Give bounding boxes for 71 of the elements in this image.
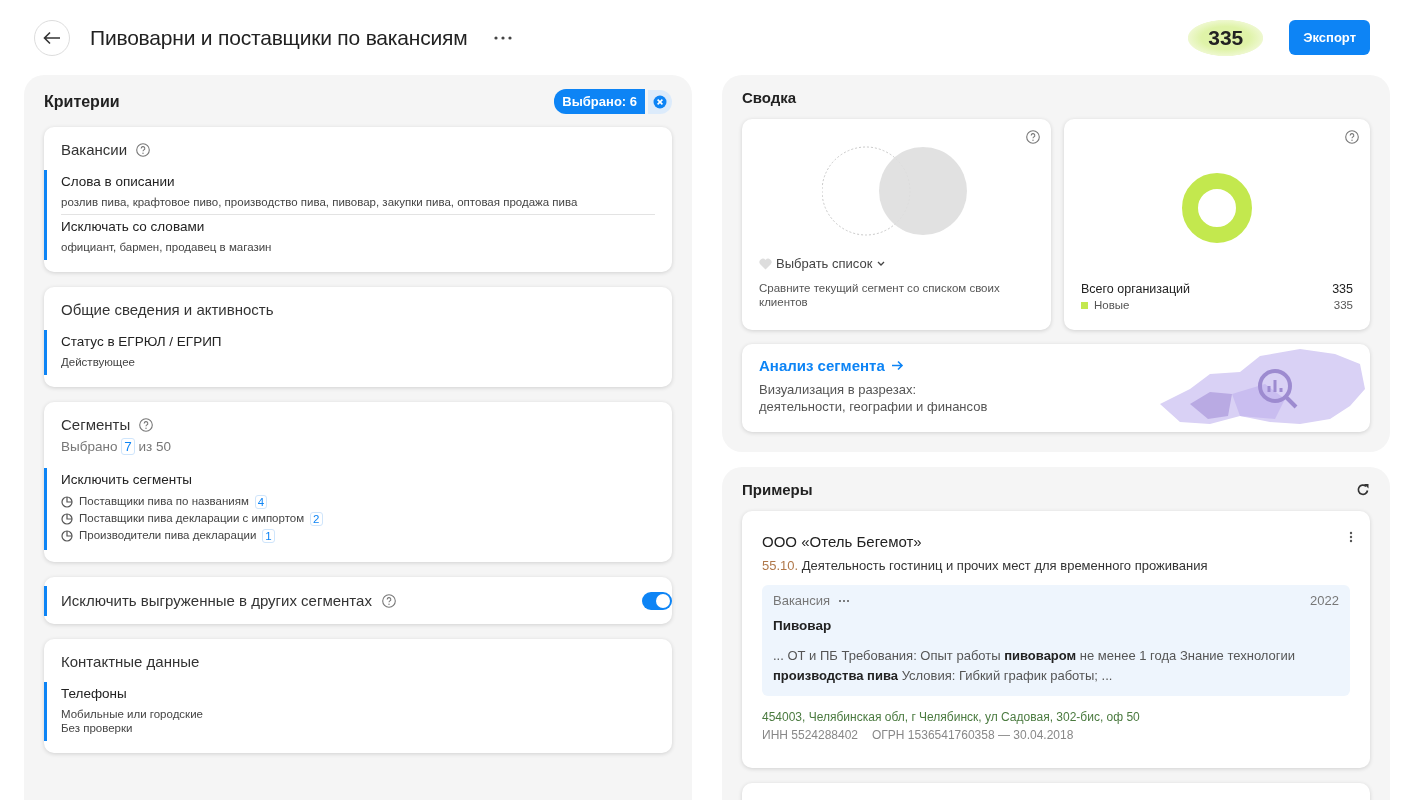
count-badge: 2 (310, 511, 323, 526)
heart-icon (759, 257, 772, 270)
section-title: Сегменты (61, 416, 131, 433)
help-icon[interactable] (1026, 130, 1040, 144)
help-icon[interactable] (136, 142, 151, 157)
criterion-label: Слова в описании (61, 174, 176, 189)
section-title: Исключить выгруженные в других сегментах (61, 592, 372, 609)
pie-chart-icon (61, 529, 73, 542)
activity-name: Деятельность гостиниц и прочих мест для временного проживания (801, 558, 1208, 573)
help-icon[interactable] (1345, 130, 1359, 144)
panel-title: Примеры (742, 481, 814, 498)
section-title: Вакансии (61, 141, 128, 158)
inn-number: ИНН 5524288402 (762, 728, 859, 742)
help-icon[interactable] (381, 593, 396, 608)
analysis-link[interactable]: Анализ сегмента (759, 357, 904, 374)
chevron-down-icon (876, 260, 887, 267)
criterion-label: Исключать со словами (61, 219, 206, 234)
section-title: Общие сведения и активность (61, 301, 274, 318)
totals-value: 335 (1332, 282, 1353, 296)
criterion-label: Исключить сегменты (61, 472, 194, 487)
vacancy-title: Пивовар (773, 618, 833, 633)
selected-label: Выбрано (61, 439, 118, 454)
criterion-label: Телефоны (61, 686, 128, 701)
page-title: Пивоварни и поставщики по вакансиям (90, 25, 468, 50)
result-count: 335 (1188, 19, 1264, 56)
criterion-value: розлив пива, крафтовое пиво, производство пива, пивовар, закупки пива, оптовая продажа пива (61, 195, 579, 209)
kebab-menu-icon[interactable] (1349, 531, 1353, 543)
vacancy-snippet: ... ОТ и ПБ Требования: Опыт работы пивоваром не менее 1 года Знание технологии производства пива Условия: Гибкий график работы; ... (773, 647, 1297, 685)
legend-label: Новые (1094, 299, 1130, 311)
back-arrow-icon (43, 30, 61, 45)
panel-title: Сводка (742, 89, 798, 106)
export-button[interactable]: Экспорт (1289, 20, 1370, 55)
description-text: деятельности, географии и финансов (759, 398, 989, 415)
company-name[interactable]: ООО «Отель Бегемот» (762, 533, 1350, 550)
criterion-value: официант, бармен, продавец в магазин (61, 240, 273, 254)
description-text: Визуализация в разрезах: (759, 381, 917, 398)
segment-name[interactable]: Производители пива декларации (79, 527, 257, 544)
donut-drawing (1181, 172, 1253, 244)
pie-chart-icon (61, 495, 73, 508)
hint-text: Сравните текущий сегмент со списком своих клиентов (759, 281, 1001, 309)
selected-count-badge: Выбрано: 6 (554, 89, 645, 114)
criterion-value: Мобильные или городские (61, 707, 204, 721)
criterion-label: Статус в ЕГРЮЛ / ЕГРИП (61, 334, 223, 349)
criterion-value: Действующее (61, 355, 136, 369)
segment-name[interactable]: Поставщики пива по названиям (79, 493, 249, 510)
panel-title: Критерии (44, 92, 121, 111)
clear-button[interactable] (648, 89, 672, 114)
pie-chart-icon (61, 512, 73, 525)
analysis-card[interactable]: Анализ сегмента Визуализация в разрезах: деятельности, географии и финансов (742, 344, 1370, 432)
count-badge: 4 (254, 494, 268, 509)
vacancy-year: 2022 (1310, 593, 1339, 608)
arrow-right-icon (890, 360, 904, 371)
activity-code: 55.10. (762, 558, 799, 573)
criterion-value: Без проверки (61, 721, 134, 735)
help-icon[interactable] (139, 417, 154, 432)
count-badge: 1 (262, 528, 275, 543)
totals-label: Всего организаций (1081, 282, 1191, 296)
select-list-dropdown[interactable]: Выбрать список (759, 256, 887, 271)
toggle-switch[interactable] (642, 591, 672, 610)
count-badge: 7 (121, 438, 135, 455)
back-button[interactable] (34, 19, 70, 56)
section-title: Контактные данные (61, 653, 200, 670)
legend-value: 335 (1333, 299, 1353, 311)
more-icon[interactable] (493, 34, 514, 41)
ogrn-number: ОГРН 1536541760358 — 30.04.2018 (872, 728, 1074, 742)
company-address: 454003, Челябинская обл, г Челябинск, ул Садовая, 302-бис, оф 50 (762, 710, 1141, 724)
total-label: из 50 (138, 439, 171, 454)
segment-name[interactable]: Поставщики пива декларации с импортом (79, 510, 305, 527)
vacancy-label: Вакансия (773, 593, 831, 608)
refresh-icon[interactable] (1356, 482, 1370, 497)
close-icon (653, 94, 667, 109)
